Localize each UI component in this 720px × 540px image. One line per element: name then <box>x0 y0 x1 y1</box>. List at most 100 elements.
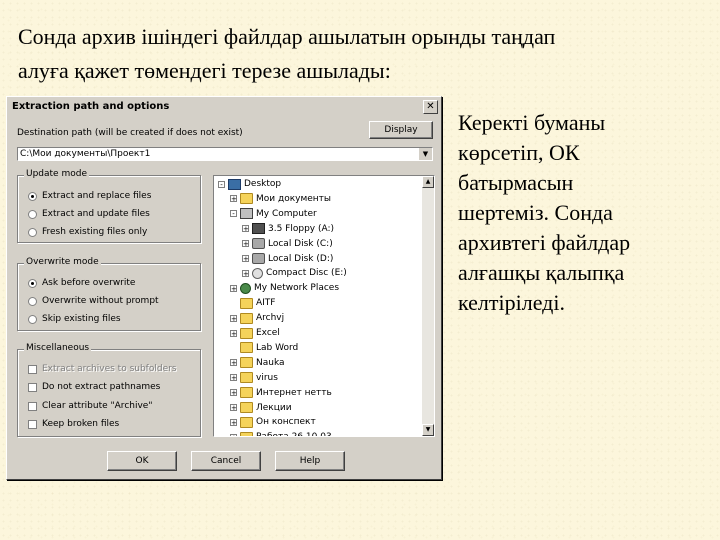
expand-icon[interactable]: + <box>230 374 237 382</box>
tree-node[interactable]: + Archvj <box>230 311 284 325</box>
checkbox-icon[interactable] <box>28 419 37 429</box>
expand-icon[interactable]: + <box>230 418 237 426</box>
tree-node[interactable]: - Desktop <box>218 177 281 191</box>
tree-node[interactable]: + Мои документы <box>230 192 331 206</box>
option-label: Clear attribute "Archive" <box>42 401 153 411</box>
tree-node[interactable]: Lab Word <box>230 341 298 355</box>
ok-button[interactable]: OK <box>107 451 177 471</box>
misc-option[interactable]: Extract archives to subfolders <box>28 363 177 375</box>
expand-icon[interactable]: + <box>230 314 237 322</box>
miscellaneous-group: Miscellaneous Extract archives to subfol… <box>17 343 201 437</box>
tree-node[interactable]: + My Network Places <box>230 281 339 295</box>
folder-icon <box>240 312 253 324</box>
expand-icon[interactable]: + <box>242 269 249 277</box>
folder-tree[interactable]: - Desktop + Мои документы - My Computer +3.5 F… <box>213 175 435 437</box>
tree-node-label: virus <box>256 372 278 383</box>
network-icon <box>240 282 251 294</box>
display-button[interactable]: Display <box>369 121 433 139</box>
instruction-line: көрсетіп, ОК <box>458 140 580 165</box>
misc-option[interactable]: Clear attribute "Archive" <box>28 400 152 412</box>
tree-node[interactable]: + Local Disk (C:) <box>242 237 333 251</box>
tree-node[interactable]: - My Computer <box>230 207 317 221</box>
tree-node-label: Lab Word <box>256 342 299 353</box>
tree-node-label: Desktop <box>244 179 282 189</box>
misc-option[interactable]: Do not extract pathnames <box>28 381 160 393</box>
overwrite-mode-option[interactable]: Skip existing files <box>28 313 121 325</box>
checkbox-icon[interactable] <box>28 364 37 374</box>
disk-icon <box>252 238 265 250</box>
checkbox-icon[interactable] <box>28 382 37 392</box>
instruction-text: Керекті буманы көрсетіп, ОК батырмасын ш… <box>458 108 708 318</box>
tree-node[interactable]: + Лекции <box>230 401 292 415</box>
desktop-icon <box>228 178 241 190</box>
tree-node-label: Excel <box>256 328 280 338</box>
help-button[interactable]: Help <box>275 451 345 471</box>
destination-path-combo[interactable]: C:\Мои документы\Проект1 ▼ <box>17 147 433 161</box>
scroll-down-icon[interactable]: ▼ <box>422 424 434 436</box>
instruction-line: Керекті буманы <box>458 110 606 135</box>
tree-node[interactable]: + virus <box>230 371 278 385</box>
intro-text: Сонда архив ішіндегі файлдар ашылатын ор… <box>18 20 718 88</box>
expand-icon[interactable]: + <box>242 225 249 233</box>
expand-icon[interactable]: + <box>230 389 237 397</box>
radio-icon[interactable] <box>28 227 37 237</box>
folder-icon <box>240 357 253 369</box>
cd-icon <box>252 267 263 279</box>
option-label: Extract and replace files <box>42 191 152 201</box>
tree-node-label: Local Disk (D:) <box>268 253 334 264</box>
expand-icon[interactable]: + <box>230 359 237 367</box>
radio-icon[interactable] <box>28 314 37 324</box>
folder-icon <box>240 327 253 339</box>
intro-line-1: Сонда архив ішіндегі файлдар ашылатын ор… <box>18 24 556 49</box>
tree-node[interactable]: + Nauka <box>230 356 285 370</box>
dropdown-arrow-icon[interactable]: ▼ <box>418 148 432 160</box>
option-label: Ask before overwrite <box>42 278 136 288</box>
misc-option[interactable]: Keep broken files <box>28 418 119 430</box>
update-mode-option[interactable]: Extract and replace files <box>28 190 151 202</box>
overwrite-mode-option[interactable]: Overwrite without prompt <box>28 295 159 307</box>
collapse-icon[interactable]: - <box>218 180 225 188</box>
expand-icon[interactable]: + <box>230 284 237 292</box>
tree-node-label: 3.5 Floppy (A:) <box>268 223 335 234</box>
radio-icon[interactable] <box>28 209 37 219</box>
update-mode-group: Update mode Extract and replace files Ex… <box>17 169 201 243</box>
tree-node-label: My Network Places <box>254 283 340 294</box>
cancel-button[interactable]: Cancel <box>191 451 261 471</box>
tree-node[interactable]: + Compact Disc (E:) <box>242 266 347 280</box>
expand-icon[interactable]: + <box>242 240 249 248</box>
update-mode-option[interactable]: Extract and update files <box>28 208 150 220</box>
folder-icon <box>240 431 253 436</box>
option-label: Fresh existing files only <box>42 227 148 237</box>
update-mode-option[interactable]: Fresh existing files only <box>28 226 147 238</box>
expand-icon[interactable]: + <box>230 404 237 412</box>
expand-icon[interactable]: + <box>230 433 237 436</box>
destination-path-label: Destination path (will be created if doe… <box>17 128 243 138</box>
radio-selected-icon[interactable] <box>28 278 37 288</box>
tree-node[interactable]: + Интернет нетть <box>230 386 332 400</box>
instruction-line: шертеміз. Сонда <box>458 200 613 225</box>
expand-icon[interactable]: + <box>242 255 249 263</box>
dialog-titlebar[interactable]: Extraction path and options ✕ <box>9 99 439 115</box>
expand-icon[interactable]: + <box>230 329 237 337</box>
close-button[interactable]: ✕ <box>423 100 438 114</box>
tree-node[interactable]: + Работа 26.10.03 <box>230 430 332 436</box>
radio-icon[interactable] <box>28 296 37 306</box>
update-mode-title: Update mode <box>24 169 89 179</box>
radio-selected-icon[interactable] <box>28 191 37 201</box>
tree-node[interactable]: + Он конспект <box>230 415 316 429</box>
overwrite-mode-option[interactable]: Ask before overwrite <box>28 277 135 289</box>
checkbox-icon[interactable] <box>28 401 37 411</box>
tree-node-label: Он конспект <box>256 417 316 428</box>
tree-scrollbar[interactable]: ▲ ▼ <box>422 176 434 436</box>
scroll-up-icon[interactable]: ▲ <box>422 176 434 188</box>
folder-icon <box>240 402 253 413</box>
expand-icon[interactable]: + <box>230 195 237 203</box>
tree-node[interactable]: +3.5 Floppy (A:) <box>242 222 334 236</box>
tree-node-label: Nauka <box>256 357 285 368</box>
disk-icon <box>252 253 265 264</box>
collapse-icon[interactable]: - <box>230 210 237 218</box>
tree-node[interactable]: + Excel <box>230 326 280 340</box>
tree-node[interactable]: AITF <box>230 296 276 310</box>
tree-node[interactable]: + Local Disk (D:) <box>242 252 333 266</box>
folder-icon <box>240 416 253 428</box>
